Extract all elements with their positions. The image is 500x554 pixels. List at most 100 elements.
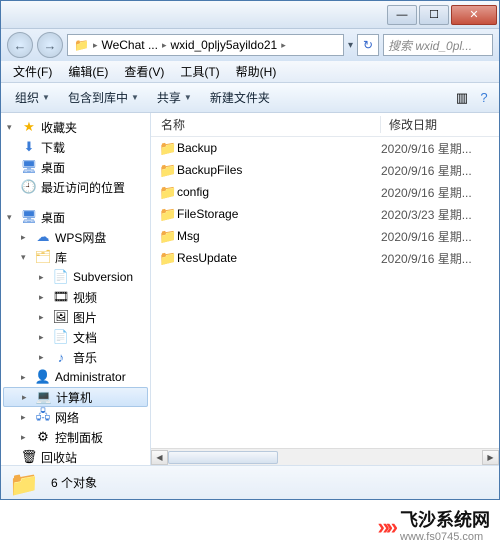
file-row[interactable]: 📁ResUpdate2020/9/16 星期... <box>151 247 499 269</box>
controlpanel-icon: ⚙ <box>35 429 51 445</box>
tree-desktop[interactable]: 🖥桌面 <box>1 157 150 177</box>
expand-icon[interactable]: ▸ <box>39 352 49 363</box>
column-name[interactable]: 名称 <box>151 116 381 133</box>
tree-documents[interactable]: ▸📄文档 <box>1 327 150 347</box>
tree-controlpanel[interactable]: ▸⚙控制面板 <box>1 427 150 447</box>
watermark-url: www.fs0745.com <box>400 531 490 543</box>
computer-icon: 💻 <box>36 389 52 405</box>
menu-help[interactable]: 帮助(H) <box>228 61 285 82</box>
cloud-icon: ☁ <box>35 229 51 245</box>
scroll-right-button[interactable]: ▶ <box>482 450 499 465</box>
expand-icon[interactable]: ▸ <box>39 292 49 303</box>
views-button[interactable]: ▥ <box>453 89 471 107</box>
include-library-button[interactable]: 包含到库中▼ <box>60 86 147 109</box>
expand-icon[interactable]: ▸ <box>21 432 31 443</box>
help-button[interactable]: ? <box>475 89 493 107</box>
expand-icon[interactable]: ▸ <box>22 392 32 403</box>
tree-computer[interactable]: ▸💻计算机 <box>3 387 148 407</box>
navigation-pane: ▾★收藏夹 ⬇下载 🖥桌面 🕘最近访问的位置 ▾🖥桌面 ▸☁WPS网盘 ▾🗂库 … <box>1 113 151 465</box>
tree-music[interactable]: ▸♪音乐 <box>1 347 150 367</box>
folder-icon: 📁 <box>74 38 89 52</box>
path-segment[interactable]: WeChat ... <box>97 38 161 52</box>
download-icon: ⬇ <box>21 139 37 155</box>
expand-icon[interactable]: ▸ <box>39 332 49 343</box>
chevron-down-icon: ▼ <box>131 93 139 102</box>
menu-file[interactable]: 文件(F) <box>5 61 60 82</box>
expand-icon[interactable]: ▸ <box>21 412 31 423</box>
watermark: »» 飞沙系统网 www.fs0745.com <box>0 500 500 554</box>
tree-downloads[interactable]: ⬇下载 <box>1 137 150 157</box>
share-button[interactable]: 共享▼ <box>149 86 200 109</box>
desktop-icon: 🖥 <box>21 209 37 225</box>
file-row[interactable]: 📁Backup2020/9/16 星期... <box>151 137 499 159</box>
collapse-icon[interactable]: ▾ <box>7 212 17 223</box>
minimize-button[interactable]: — <box>387 5 417 25</box>
expand-icon[interactable]: ▸ <box>39 312 49 323</box>
tree-video[interactable]: ▸🎞视频 <box>1 287 150 307</box>
organize-button[interactable]: 组织▼ <box>7 86 58 109</box>
file-date: 2020/3/23 星期... <box>381 206 472 223</box>
menubar: 文件(F) 编辑(E) 查看(V) 工具(T) 帮助(H) <box>1 61 499 83</box>
folder-icon: 📁 <box>159 228 177 245</box>
statusbar: 📁 6 个对象 <box>1 465 499 499</box>
history-dropdown[interactable]: ▾ <box>348 40 353 51</box>
expand-icon[interactable]: ▸ <box>21 232 31 243</box>
scroll-thumb[interactable] <box>168 451 278 464</box>
tree-favorites[interactable]: ▾★收藏夹 <box>1 117 150 137</box>
content-pane: 名称 修改日期 📁Backup2020/9/16 星期...📁BackupFil… <box>151 113 499 465</box>
tree-subversion[interactable]: ▸📄Subversion <box>1 267 150 287</box>
file-name: Backup <box>177 141 381 155</box>
body: ▾★收藏夹 ⬇下载 🖥桌面 🕘最近访问的位置 ▾🖥桌面 ▸☁WPS网盘 ▾🗂库 … <box>1 113 499 465</box>
tree-recycle[interactable]: 🗑回收站 <box>1 447 150 465</box>
tree-recent[interactable]: 🕘最近访问的位置 <box>1 177 150 197</box>
desktop-icon: 🖥 <box>21 159 37 175</box>
file-name: Msg <box>177 229 381 243</box>
search-input[interactable]: 搜索 wxid_0pl... <box>383 34 493 56</box>
file-date: 2020/9/16 星期... <box>381 184 472 201</box>
star-icon: ★ <box>21 119 37 135</box>
tree-library[interactable]: ▾🗂库 <box>1 247 150 267</box>
file-row[interactable]: 📁FileStorage2020/3/23 星期... <box>151 203 499 225</box>
horizontal-scrollbar[interactable]: ◀ ▶ <box>151 448 499 465</box>
logo-icon: »» <box>378 514 394 540</box>
file-name: ResUpdate <box>177 251 381 265</box>
new-folder-button[interactable]: 新建文件夹 <box>202 86 278 109</box>
tree-admin[interactable]: ▸👤Administrator <box>1 367 150 387</box>
scroll-left-button[interactable]: ◀ <box>151 450 168 465</box>
file-name: BackupFiles <box>177 163 381 177</box>
close-button[interactable]: ✕ <box>451 5 497 25</box>
tree-wps[interactable]: ▸☁WPS网盘 <box>1 227 150 247</box>
file-date: 2020/9/16 星期... <box>381 228 472 245</box>
music-icon: ♪ <box>53 349 69 365</box>
collapse-icon[interactable]: ▾ <box>7 122 17 133</box>
folder-icon: 📁 <box>159 206 177 223</box>
status-text: 6 个对象 <box>51 474 97 491</box>
column-date[interactable]: 修改日期 <box>381 116 499 133</box>
video-icon: 🎞 <box>53 289 69 305</box>
breadcrumb[interactable]: 📁 ▸ WeChat ... ▸ wxid_0pljy5ayildo21 ▸ <box>67 34 344 56</box>
tree-desktop-root[interactable]: ▾🖥桌面 <box>1 207 150 227</box>
folder-icon: 📁 <box>9 470 41 496</box>
watermark-title: 飞沙系统网 <box>400 511 490 531</box>
collapse-icon[interactable]: ▾ <box>21 252 31 263</box>
expand-icon[interactable]: ▸ <box>39 272 49 283</box>
tree-network[interactable]: ▸🖧网络 <box>1 407 150 427</box>
file-row[interactable]: 📁BackupFiles2020/9/16 星期... <box>151 159 499 181</box>
tree-pictures[interactable]: ▸🖼图片 <box>1 307 150 327</box>
file-row[interactable]: 📁config2020/9/16 星期... <box>151 181 499 203</box>
network-icon: 🖧 <box>35 409 51 425</box>
expand-icon[interactable]: ▸ <box>21 372 31 383</box>
back-button[interactable]: ← <box>7 32 33 58</box>
scroll-track[interactable] <box>168 451 482 464</box>
menu-edit[interactable]: 编辑(E) <box>60 61 116 82</box>
forward-button[interactable]: → <box>37 32 63 58</box>
document-icon: 📄 <box>53 329 69 345</box>
menu-view[interactable]: 查看(V) <box>116 61 172 82</box>
path-segment-current[interactable]: wxid_0pljy5ayildo21 <box>166 38 281 52</box>
refresh-button[interactable]: ↻ <box>357 34 379 56</box>
recent-icon: 🕘 <box>21 179 37 195</box>
file-name: config <box>177 185 381 199</box>
file-row[interactable]: 📁Msg2020/9/16 星期... <box>151 225 499 247</box>
menu-tools[interactable]: 工具(T) <box>172 61 227 82</box>
maximize-button[interactable]: ☐ <box>419 5 449 25</box>
